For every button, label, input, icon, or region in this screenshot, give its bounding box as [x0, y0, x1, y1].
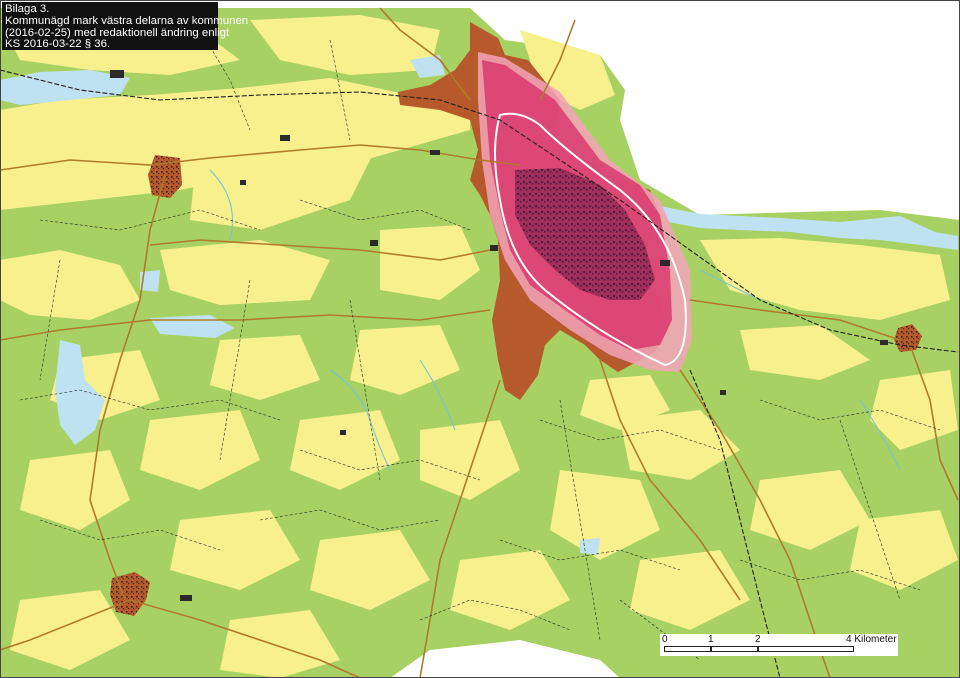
map-caption: Bilaga 3. Kommunägd mark västra delarna … — [2, 2, 249, 51]
scale-tick-4-kilometer: 4 Kilometer — [846, 634, 897, 645]
scale-tick-2: 2 — [755, 634, 761, 645]
scale-segment-2-4 — [758, 646, 854, 652]
map-canvas[interactable] — [0, 0, 960, 678]
scale-bar: 0 1 2 4 Kilometer — [660, 634, 898, 656]
scale-tick-1: 1 — [708, 634, 714, 645]
scale-segment-0-1 — [664, 646, 711, 652]
scale-tick-0: 0 — [662, 634, 668, 645]
scale-segment-1-2 — [711, 646, 758, 652]
caption-line-2: Kommunägd mark västra delarna av kommune… — [5, 14, 249, 27]
caption-line-4: KS 2016-03-22 § 36. — [5, 38, 111, 51]
